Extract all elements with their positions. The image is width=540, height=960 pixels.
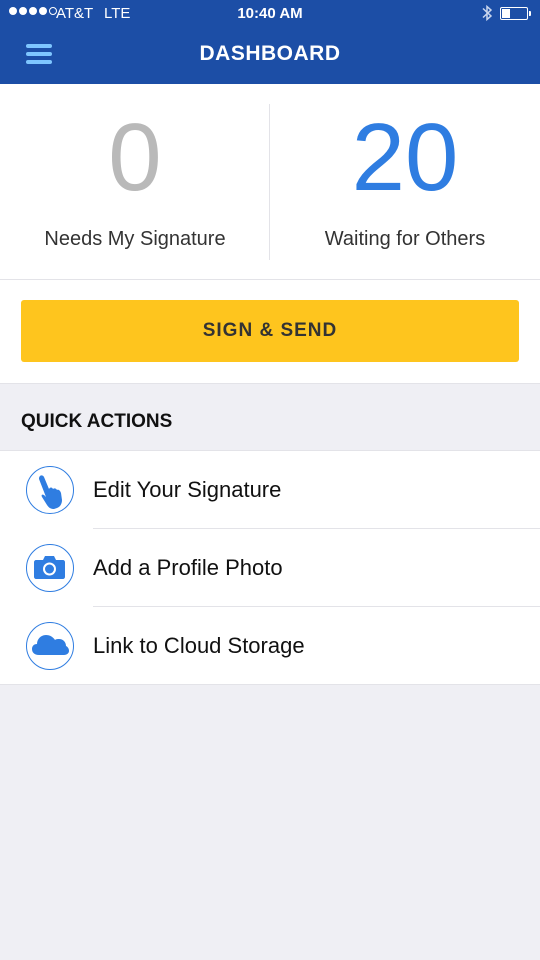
primary-action-section: SIGN & SEND <box>0 280 540 384</box>
quick-action-add-profile-photo[interactable]: Add a Profile Photo <box>0 529 540 607</box>
status-time: 10:40 AM <box>237 5 303 22</box>
status-bar: AT&T LTE 10:40 AM <box>0 0 540 28</box>
quick-action-label: Edit Your Signature <box>93 477 282 502</box>
sign-and-send-button[interactable]: SIGN & SEND <box>21 300 519 362</box>
quick-action-edit-signature[interactable]: Edit Your Signature <box>0 451 540 529</box>
battery-icon <box>500 7 531 20</box>
quick-action-label: Add a Profile Photo <box>93 555 283 580</box>
needs-signature-label: Needs My Signature <box>44 228 226 250</box>
quick-actions-list: Edit Your Signature Add a Profile Photo … <box>0 450 540 685</box>
top-bar: AT&T LTE 10:40 AM DASHBOARD <box>0 0 540 84</box>
needs-my-signature-tile[interactable]: 0 Needs My Signature <box>0 84 270 280</box>
needs-signature-count: 0 <box>108 104 162 211</box>
cloud-icon <box>26 622 74 670</box>
document-counts: 0 Needs My Signature 20 Waiting for Othe… <box>0 84 540 280</box>
waiting-for-others-tile[interactable]: 20 Waiting for Others <box>270 84 540 280</box>
quick-actions-header: QUICK ACTIONS <box>21 411 173 432</box>
waiting-count: 20 <box>351 104 459 211</box>
bluetooth-icon <box>482 4 493 22</box>
camera-icon <box>26 544 74 592</box>
signature-hand-icon <box>26 466 74 514</box>
quick-action-label: Link to Cloud Storage <box>93 633 305 658</box>
quick-action-link-cloud-storage[interactable]: Link to Cloud Storage <box>0 607 540 685</box>
waiting-label: Waiting for Others <box>324 228 486 250</box>
nav-bar: DASHBOARD <box>0 28 540 84</box>
page-title: DASHBOARD <box>199 42 341 65</box>
